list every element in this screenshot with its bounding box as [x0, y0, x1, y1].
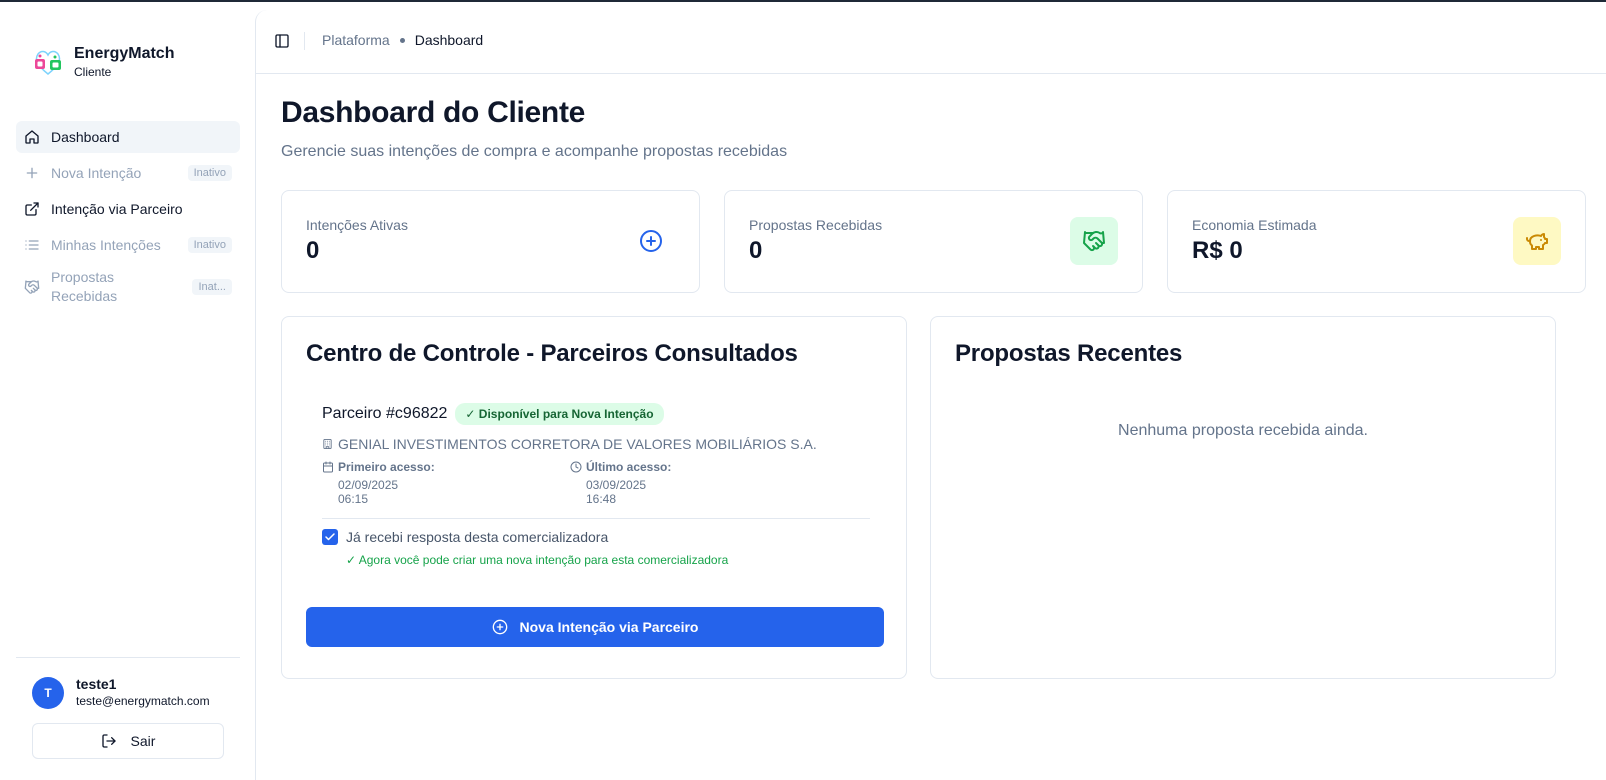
inactive-badge: Inativo: [187, 237, 232, 253]
energymatch-logo-icon: [32, 46, 64, 78]
logout-label: Sair: [130, 733, 156, 749]
control-center-card: Centro de Controle - Parceiros Consultad…: [281, 316, 907, 679]
first-access-label: Primeiro acesso:: [338, 460, 435, 474]
recent-proposals-card: Propostas Recentes Nenhuma proposta rece…: [930, 316, 1556, 679]
logout-button[interactable]: Sair: [32, 723, 224, 759]
sidebar-toggle-icon[interactable]: [274, 33, 290, 49]
inactive-badge: Inat...: [192, 279, 232, 295]
piggy-bank-icon: [1513, 217, 1561, 265]
handshake-icon: [24, 279, 40, 295]
checkbox-label[interactable]: Já recebi resposta desta comercializador…: [346, 529, 608, 545]
stat-value: R$ 0: [1192, 237, 1243, 264]
page-title: Dashboard do Cliente: [281, 96, 586, 129]
plus-circle-icon: [492, 619, 508, 635]
response-checkbox[interactable]: [322, 529, 338, 545]
inactive-badge: Inativo: [187, 165, 232, 181]
plus-circle-icon: [627, 217, 675, 265]
stat-label: Economia Estimada: [1192, 217, 1317, 233]
brand-name: EnergyMatch: [74, 45, 175, 62]
control-center-title: Centro de Controle - Parceiros Consultad…: [306, 340, 798, 367]
partner-id: Parceiro #c96822: [322, 405, 448, 422]
brand[interactable]: EnergyMatch Cliente: [32, 44, 174, 80]
brand-subtitle: Cliente: [74, 65, 112, 79]
sidebar-item-label: Propostas Recebidas: [51, 269, 118, 304]
sidebar-item-label: Intenção via Parceiro: [51, 201, 183, 217]
company-name: GENIAL INVESTIMENTOS CORRETORA DE VALORE…: [338, 436, 817, 452]
page-subtitle: Gerencie suas intenções de compra e acom…: [281, 143, 788, 160]
header: Plataforma Dashboard: [256, 10, 1606, 74]
external-link-icon: [24, 201, 40, 217]
breadcrumb: Plataforma Dashboard: [322, 32, 483, 48]
partner-divider: [322, 518, 870, 519]
empty-state-text: Nenhuma proposta recebida ainda.: [1118, 422, 1368, 439]
stat-value: 0: [306, 237, 320, 264]
sidebar-item-dashboard[interactable]: Dashboard: [16, 121, 240, 153]
nova-intencao-via-parceiro-button[interactable]: Nova Intenção via Parceiro: [306, 607, 884, 647]
confirmation-message: ✓ Agora você pode criar uma nova intençã…: [346, 553, 729, 567]
breadcrumb-separator-icon: [399, 37, 405, 43]
main-content: Plataforma Dashboard Dashboard do Client…: [255, 10, 1606, 780]
plus-icon: [24, 165, 40, 181]
stat-value: 0: [749, 237, 763, 264]
partner-item: Parceiro #c96822 ✓ Disponível para Nova …: [322, 403, 882, 567]
avatar: T: [32, 676, 64, 709]
user-name: teste1: [76, 676, 117, 692]
sidebar-item-nova-intencao[interactable]: Nova Intenção Inativo: [16, 157, 240, 189]
sidebar-item-minhas-intencoes[interactable]: Minhas Intenções Inativo: [16, 229, 240, 261]
stat-label: Propostas Recebidas: [749, 217, 883, 233]
user-profile[interactable]: T teste1 teste@energymatch.com: [32, 676, 210, 709]
recent-proposals-title: Propostas Recentes: [955, 340, 1183, 367]
calendar-icon: [322, 461, 334, 473]
button-label: Nova Intenção via Parceiro: [519, 619, 699, 635]
breadcrumb-current: Dashboard: [414, 32, 484, 48]
building-icon: [322, 438, 333, 450]
sidebar-nav: Dashboard Nova Intenção Inativo Intenção…: [16, 121, 240, 313]
stat-card-economia-estimada: Economia Estimada R$ 0: [1167, 190, 1586, 293]
stat-label: Intenções Ativas: [306, 217, 408, 233]
sidebar: EnergyMatch Cliente Dashboard Nova Inten…: [0, 2, 255, 780]
last-access-value: 03/09/2025 16:48: [586, 478, 647, 506]
header-divider: [304, 32, 305, 50]
status-badge: ✓ Disponível para Nova Intenção: [455, 403, 664, 425]
sidebar-divider: [16, 657, 240, 658]
sidebar-item-label: Dashboard: [51, 129, 120, 145]
stat-card-intencoes-ativas: Intenções Ativas 0: [281, 190, 700, 293]
stat-card-propostas-recebidas: Propostas Recebidas 0: [724, 190, 1143, 293]
first-access-value: 02/09/2025 06:15: [338, 478, 399, 506]
breadcrumb-parent[interactable]: Plataforma: [322, 32, 390, 48]
sidebar-item-label: Nova Intenção: [51, 165, 142, 181]
handshake-icon: [1070, 217, 1118, 265]
sidebar-item-intencao-via-parceiro[interactable]: Intenção via Parceiro: [16, 193, 240, 225]
home-icon: [24, 129, 40, 145]
user-email: teste@energymatch.com: [76, 694, 210, 708]
last-access-label: Último acesso:: [586, 460, 672, 474]
logout-icon: [101, 733, 117, 749]
sidebar-item-propostas-recebidas[interactable]: Propostas Recebidas Inat...: [16, 265, 240, 309]
clock-icon: [570, 461, 582, 473]
sidebar-item-label: Minhas Intenções: [51, 237, 161, 253]
list-icon: [24, 237, 40, 253]
